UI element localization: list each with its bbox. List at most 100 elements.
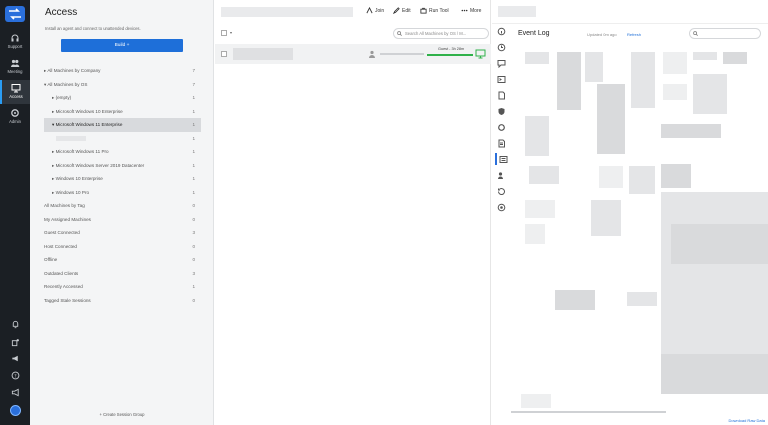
select-all-dropdown-icon[interactable]: ▾	[230, 30, 232, 35]
access-panel: Access Install an agent and connect to u…	[30, 0, 214, 425]
session-group-tree: ▸ All Machines by Company 7 ▾ All Machine…	[44, 64, 201, 307]
monitor-online-icon	[475, 49, 486, 59]
history-icon	[497, 187, 505, 195]
help-icon[interactable]: ?	[0, 369, 30, 383]
access-hint: Install an agent and connect to unattend…	[45, 26, 141, 31]
tree-item[interactable]: ▸ Microsoft Windows 10 Enterprise 1	[44, 105, 201, 119]
tab-info[interactable]	[495, 25, 507, 37]
tree-item[interactable]: All Machines by Tag 0	[44, 199, 201, 213]
search-icon	[397, 31, 402, 36]
app-rail: Support Meeting Access Admin ?	[0, 0, 30, 425]
tab-timeline[interactable]	[495, 185, 507, 197]
tree-item[interactable]: ▸ (empty) 1	[44, 91, 201, 105]
rail-item-meeting[interactable]: Meeting	[0, 55, 30, 79]
guest-connection-bar	[427, 54, 473, 56]
session-toolbar: Join Edit Run Tool More	[215, 0, 491, 24]
select-all-checkbox[interactable]	[221, 30, 227, 36]
create-session-group-link[interactable]: + Create Session Group	[30, 412, 214, 417]
event-log-search-input[interactable]	[689, 28, 761, 39]
list-icon	[499, 155, 507, 163]
shield-icon	[498, 107, 504, 115]
tree-item[interactable]: ▸ Microsoft Windows Server 2019 Datacent…	[44, 159, 201, 173]
redacted-machine-name	[233, 48, 293, 60]
session-list-panel: Join Edit Run Tool More ▾ Search All Mac…	[215, 0, 491, 425]
person-icon	[369, 50, 375, 58]
tab-chat[interactable]	[495, 57, 507, 69]
tab-notes[interactable]	[495, 89, 507, 101]
file-icon	[498, 139, 505, 147]
horizontal-scrollbar[interactable]	[511, 411, 666, 413]
document-icon	[498, 91, 505, 99]
rail-item-access[interactable]: Access	[0, 80, 30, 104]
ellipsis-icon	[461, 9, 468, 12]
tab-file[interactable]	[495, 137, 507, 149]
cog-icon	[497, 123, 505, 131]
tree-item[interactable]: 1	[44, 132, 201, 146]
tree-item[interactable]: Outdated Clients 3	[44, 267, 201, 281]
bell-icon[interactable]	[0, 318, 30, 332]
page-title: Access	[45, 7, 78, 18]
tab-settings[interactable]	[495, 121, 507, 133]
tab-status[interactable]	[495, 201, 507, 213]
user-gear-icon	[497, 171, 503, 179]
chat-icon	[497, 59, 505, 68]
tab-commands[interactable]	[495, 73, 507, 85]
monitor-icon	[11, 84, 21, 93]
tree-item[interactable]: Host Connected 0	[44, 240, 201, 254]
rail-item-support[interactable]: Support	[0, 30, 30, 54]
people-icon	[11, 59, 20, 67]
megaphone-icon[interactable]	[0, 352, 30, 366]
info-icon	[497, 27, 505, 35]
download-raw-data-link[interactable]: Download Raw Data	[729, 418, 765, 423]
app-logo-icon[interactable]	[5, 6, 25, 22]
rail-item-label: Access	[9, 94, 23, 99]
redacted-detail-title	[498, 6, 536, 17]
pencil-icon	[393, 7, 400, 14]
tree-item-selected[interactable]: ▾ Microsoft Windows 11 Enterprise 1	[44, 118, 201, 132]
toolbox-icon	[420, 7, 427, 14]
join-icon	[366, 7, 373, 14]
rail-item-label: Admin	[9, 119, 21, 124]
event-log-refresh-link[interactable]: Refresh	[627, 32, 641, 37]
tree-item[interactable]: ▸ All Machines by Company 7	[44, 64, 201, 78]
tree-item[interactable]: Guest Connected 3	[44, 226, 201, 240]
redacted-session-name	[221, 7, 353, 17]
tree-item[interactable]: My Assigned Machines 0	[44, 213, 201, 227]
tree-item[interactable]: Tagged Stale Sessions 0	[44, 294, 201, 308]
edit-button[interactable]: Edit	[393, 7, 411, 14]
tab-users[interactable]	[495, 169, 507, 181]
tree-item[interactable]: ▸ Windows 10 Enterprise 1	[44, 172, 201, 186]
terminal-icon	[497, 75, 505, 83]
build-button[interactable]: Build +	[61, 39, 183, 52]
tab-event-log[interactable]	[495, 153, 507, 165]
tree-item[interactable]: ▾ All Machines by OS 7	[44, 78, 201, 92]
redacted-label	[56, 135, 86, 141]
run-tool-button[interactable]: Run Tool	[420, 7, 449, 14]
session-search-input[interactable]: Search All Machines by OS / M...	[393, 28, 489, 39]
event-log-panel: Event Log Updated 0m ago Refresh Downloa…	[492, 0, 768, 425]
search-icon	[693, 31, 698, 36]
more-button[interactable]: More	[461, 7, 481, 14]
session-row[interactable]: Guest - 3h 28m	[215, 44, 491, 64]
rail-item-label: Meeting	[7, 69, 23, 74]
join-button[interactable]: Join	[366, 7, 384, 14]
rail-item-label: Support	[7, 44, 23, 49]
avatar-icon[interactable]	[0, 403, 30, 417]
tab-security[interactable]	[495, 105, 507, 117]
gear-icon	[11, 109, 19, 117]
tree-item[interactable]: Recently Accessed 1	[44, 280, 201, 294]
tab-history[interactable]	[495, 41, 507, 53]
tree-item[interactable]: Offline 0	[44, 253, 201, 267]
event-log-updated: Updated 0m ago	[587, 32, 617, 37]
guest-connection-label: Guest - 3h 28m	[438, 47, 465, 51]
event-log-title: Event Log	[518, 30, 550, 37]
announce-icon[interactable]	[0, 386, 30, 400]
detail-header	[492, 0, 768, 24]
row-checkbox[interactable]	[221, 51, 227, 57]
host-bar	[380, 53, 424, 55]
rail-item-admin[interactable]: Admin	[0, 105, 30, 129]
headset-icon	[11, 34, 19, 42]
tree-item[interactable]: ▸ Microsoft Windows 11 Pro 1	[44, 145, 201, 159]
tree-item[interactable]: ▸ Windows 10 Pro 1	[44, 186, 201, 200]
extension-icon[interactable]	[0, 336, 30, 350]
